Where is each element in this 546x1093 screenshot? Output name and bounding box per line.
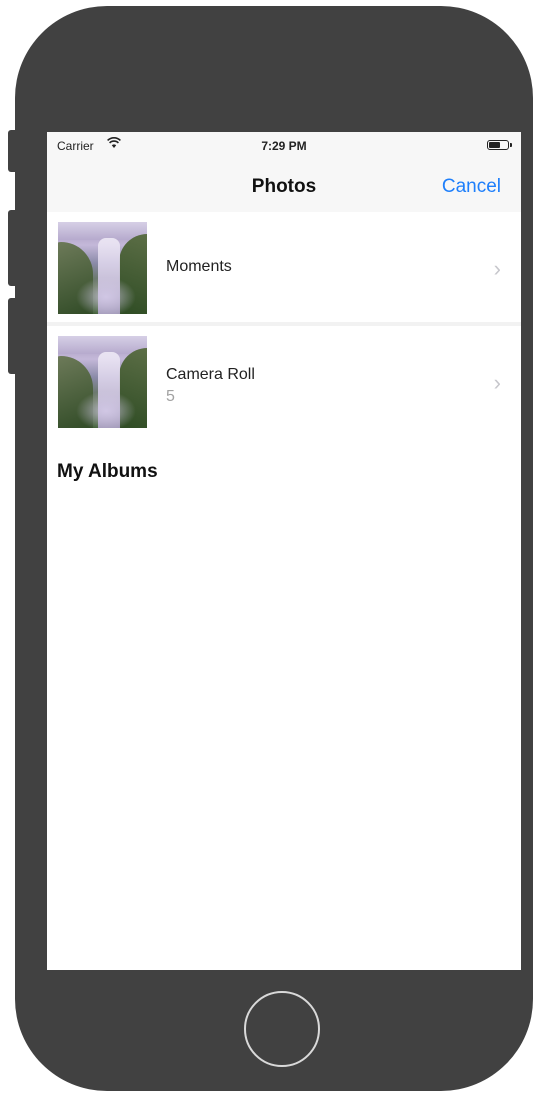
section-header-my-albums: My Albums bbox=[57, 461, 158, 482]
phone-screen: Carrier 7:29 PM Photos Cancel Moments › bbox=[47, 132, 521, 970]
cancel-button[interactable]: Cancel bbox=[442, 176, 501, 198]
album-row-moments[interactable]: Moments › bbox=[47, 212, 521, 322]
album-title: Moments bbox=[166, 258, 232, 275]
navigation-bar: Photos Cancel bbox=[47, 158, 521, 212]
battery-icon bbox=[487, 140, 512, 150]
chevron-right-icon: › bbox=[493, 256, 501, 281]
clock-time: 7:29 PM bbox=[261, 139, 307, 153]
chevron-right-icon: › bbox=[493, 370, 501, 395]
home-button[interactable] bbox=[244, 991, 320, 1067]
album-count: 5 bbox=[166, 388, 175, 405]
album-title: Camera Roll bbox=[166, 366, 255, 383]
album-row-camera-roll[interactable]: Camera Roll 5 › bbox=[47, 326, 521, 436]
album-thumbnail bbox=[58, 336, 147, 428]
status-bar: Carrier 7:29 PM bbox=[47, 132, 521, 158]
album-thumbnail bbox=[58, 222, 147, 314]
